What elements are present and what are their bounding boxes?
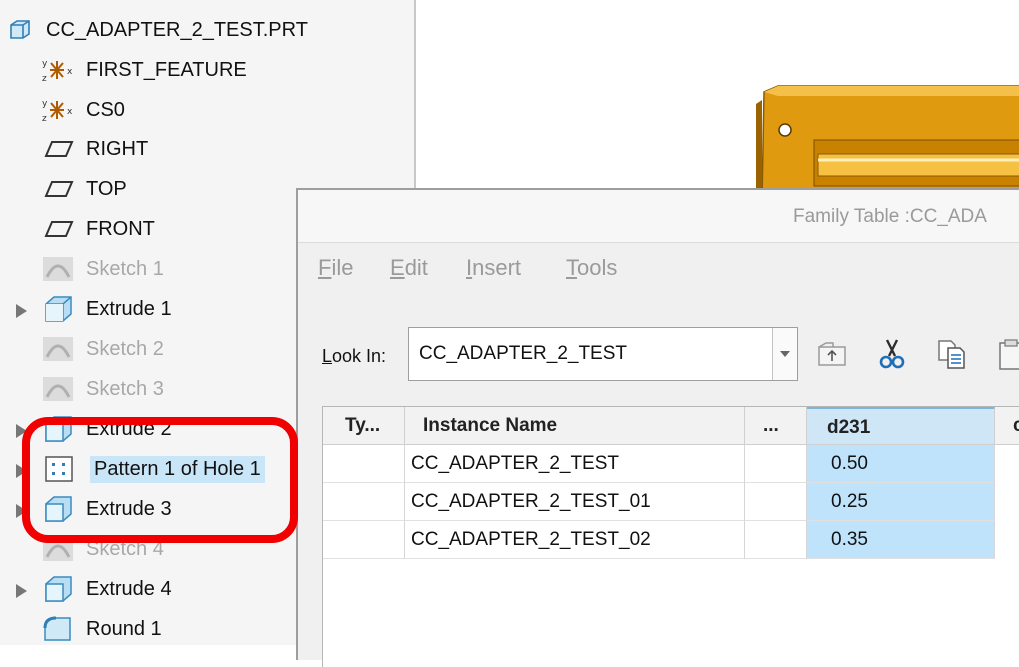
svg-text:y: y: [42, 99, 48, 109]
tree-item-label: Sketch 2: [86, 337, 164, 360]
cell-type[interactable]: [323, 445, 405, 483]
datum-plane-icon: [44, 181, 74, 197]
family-table-dialog: Family Table :CC_ADA File Edit Insert To…: [296, 188, 1019, 667]
tree-item-extrude-4[interactable]: Extrude 4: [42, 571, 172, 607]
tree-item-label: Extrude 4: [86, 577, 172, 600]
tree-item-extrude-1[interactable]: Extrude 1: [42, 291, 172, 327]
tree-item-sketch-1[interactable]: Sketch 1: [42, 251, 164, 287]
copy-icon[interactable]: [936, 338, 968, 370]
up-level-icon[interactable]: [816, 338, 848, 370]
part-icon: [10, 20, 30, 39]
svg-text:x: x: [67, 67, 73, 77]
coordinate-system-icon: y z x: [42, 99, 73, 123]
column-header-more[interactable]: ...: [745, 407, 807, 445]
cut-icon[interactable]: [876, 338, 908, 370]
cell-instance-name[interactable]: CC_ADAPTER_2_TEST: [405, 445, 745, 483]
paste-icon[interactable]: [996, 338, 1019, 370]
annotation-highlight-box: [22, 417, 298, 543]
cell-d231[interactable]: 0.25: [807, 483, 995, 521]
coordinate-system-icon: y z x: [42, 59, 73, 83]
cell-more[interactable]: [745, 445, 807, 483]
dialog-title: Family Table :CC_ADA: [793, 206, 987, 227]
look-in-label: Look In:: [322, 346, 387, 366]
chevron-down-icon[interactable]: [772, 328, 797, 380]
extrude-icon: [45, 576, 72, 602]
extrude-icon: [45, 296, 72, 322]
datum-plane-icon: [44, 221, 74, 237]
tree-root-label: CC_ADAPTER_2_TEST.PRT: [46, 18, 308, 41]
menu-edit[interactable]: Edit: [390, 255, 428, 281]
svg-text:z: z: [42, 114, 47, 123]
tree-item-label: Round 1: [86, 617, 162, 640]
look-in-select[interactable]: CC_ADAPTER_2_TEST: [408, 327, 798, 381]
cell-instance-name[interactable]: CC_ADAPTER_2_TEST_02: [405, 521, 745, 559]
tree-item-label: Sketch 1: [86, 257, 164, 280]
dialog-title-bar[interactable]: Family Table :CC_ADA: [298, 190, 1019, 243]
sketch-icon: [43, 257, 73, 281]
expand-arrow-icon[interactable]: [16, 304, 27, 318]
menu-bar: File Edit Insert Tools: [298, 243, 1019, 293]
tree-item-label: FRONT: [86, 217, 155, 240]
family-table-grid[interactable]: Ty... Instance Name ... d231 c CC_ADAPTE…: [322, 406, 1019, 667]
tree-item-label: CS0: [86, 98, 125, 121]
sketch-icon: [43, 337, 73, 361]
svg-text:y: y: [42, 59, 48, 69]
cell-instance-name[interactable]: CC_ADAPTER_2_TEST_01: [405, 483, 745, 521]
tree-item-sketch-3[interactable]: Sketch 3: [42, 371, 164, 407]
column-header-type[interactable]: Ty...: [323, 407, 405, 445]
tree-item-label: FIRST_FEATURE: [86, 58, 247, 81]
svg-text:z: z: [42, 74, 47, 83]
column-header-instance-name[interactable]: Instance Name: [405, 407, 745, 445]
cell-d231[interactable]: 0.50: [807, 445, 995, 483]
menu-file[interactable]: File: [318, 255, 353, 281]
svg-text:x: x: [67, 107, 73, 117]
tree-item-right[interactable]: RIGHT: [44, 131, 148, 167]
tree-item-front[interactable]: FRONT: [44, 211, 155, 247]
column-header-next[interactable]: c: [995, 407, 1019, 445]
round-icon: [43, 616, 71, 641]
menu-tools[interactable]: Tools: [566, 255, 617, 281]
column-header-d231[interactable]: d231: [807, 407, 995, 445]
sketch-icon: [43, 377, 73, 401]
tree-item-round-1[interactable]: Round 1: [42, 611, 162, 647]
tree-root[interactable]: CC_ADAPTER_2_TEST.PRT: [8, 12, 308, 48]
tree-item-first-feature[interactable]: y z x FIRST_FEATURE: [42, 52, 247, 88]
cell-type[interactable]: [323, 483, 405, 521]
menu-insert[interactable]: Insert: [466, 255, 521, 281]
tree-item-top[interactable]: TOP: [44, 171, 127, 207]
tree-item-label: Extrude 1: [86, 297, 172, 320]
tree-item-cs0[interactable]: y z x CS0: [42, 92, 125, 128]
tree-item-label: Sketch 3: [86, 377, 164, 400]
datum-plane-icon: [44, 141, 74, 157]
cell-more[interactable]: [745, 483, 807, 521]
cell-type[interactable]: [323, 521, 405, 559]
tree-item-sketch-2[interactable]: Sketch 2: [42, 331, 164, 367]
cell-more[interactable]: [745, 521, 807, 559]
tree-item-label: TOP: [86, 177, 127, 200]
look-in-value: CC_ADAPTER_2_TEST: [419, 343, 628, 364]
expand-arrow-icon[interactable]: [16, 584, 27, 598]
cell-d231[interactable]: 0.35: [807, 521, 995, 559]
tree-item-label: RIGHT: [86, 137, 149, 160]
